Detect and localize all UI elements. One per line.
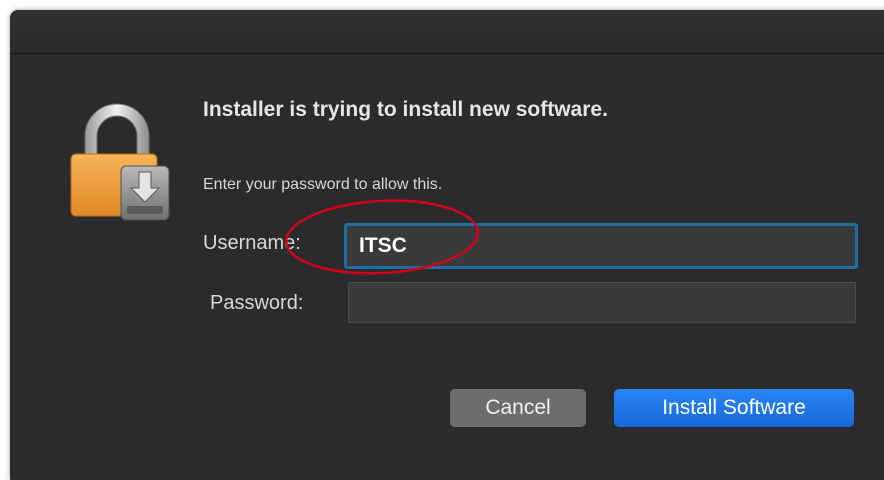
padlock-installer-icon — [70, 103, 170, 221]
install-software-button[interactable]: Install Software — [614, 389, 854, 427]
title-bar[interactable] — [10, 10, 884, 54]
dialog-subtext: Enter your password to allow this. — [203, 176, 443, 193]
password-label: Password: — [210, 292, 304, 314]
authentication-dialog: Installer is trying to install new softw… — [10, 10, 884, 480]
dialog-heading: Installer is trying to install new softw… — [203, 98, 608, 121]
cancel-button[interactable]: Cancel — [450, 389, 586, 427]
username-label: Username: — [203, 232, 301, 254]
password-field[interactable] — [348, 282, 856, 323]
username-field[interactable] — [344, 223, 858, 269]
